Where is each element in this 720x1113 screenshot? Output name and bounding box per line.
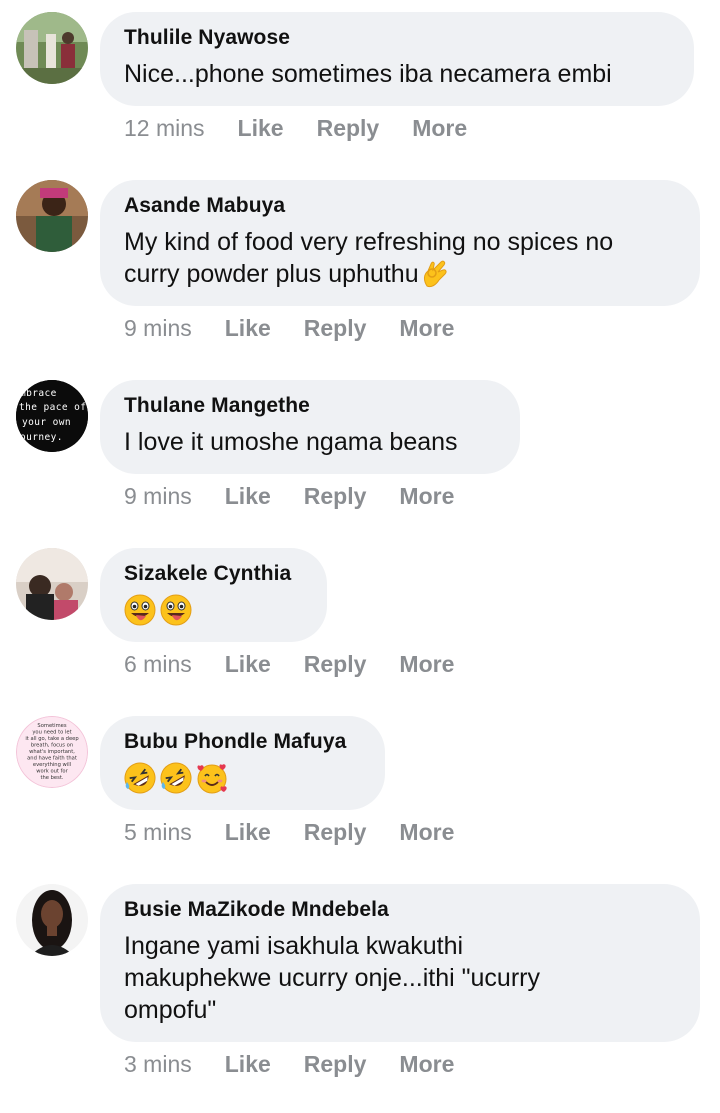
reply-button[interactable]: Reply	[304, 1049, 367, 1079]
rolling-laughing-face-icon	[124, 762, 156, 794]
comment-bubble: Sizakele Cynthia	[100, 548, 327, 642]
like-button[interactable]: Like	[225, 649, 271, 679]
comment-author[interactable]: Thulile Nyawose	[124, 24, 668, 52]
ok-hand-icon	[421, 258, 449, 288]
comment-timestamp[interactable]: 6 mins	[124, 649, 192, 679]
comment-bubble: Thulane Mangethe I love it umoshe ngama …	[100, 380, 520, 474]
winking-tongue-face-icon	[124, 594, 156, 626]
more-button[interactable]: More	[399, 649, 454, 679]
comment-timestamp[interactable]: 3 mins	[124, 1049, 192, 1079]
comment-bubble: Asande Mabuya My kind of food very refre…	[100, 180, 700, 306]
comment-bubble: Thulile Nyawose Nice...phone sometimes i…	[100, 12, 694, 106]
comment-text: Ingane yami isakhula kwakuthi makuphekwe…	[124, 932, 540, 1024]
comment-actions: 9 mins Like Reply More	[124, 313, 487, 343]
avatar-text-line: the best.	[40, 775, 63, 781]
avatar[interactable]: mbrace the pace of your own ourney.	[16, 380, 88, 452]
comment-bubble: Bubu Phondle Mafuya	[100, 716, 385, 810]
comment-text-body: My kind of food very refreshing no spice…	[124, 228, 614, 288]
like-button[interactable]: Like	[225, 1049, 271, 1079]
comment-author[interactable]: Busie MaZikode Mndebela	[124, 896, 674, 924]
comment-timestamp[interactable]: 9 mins	[124, 481, 192, 511]
comment-actions: 12 mins Like Reply More	[124, 113, 500, 143]
reply-button[interactable]: Reply	[304, 649, 367, 679]
smiling-face-with-hearts-icon	[196, 762, 228, 794]
avatar-text-line: ourney.	[20, 432, 63, 443]
reply-button[interactable]: Reply	[304, 817, 367, 847]
avatar-text-line: Sometimes	[37, 723, 66, 729]
avatar-text-line: and have faith that	[27, 756, 77, 762]
like-button[interactable]: Like	[225, 817, 271, 847]
more-button[interactable]: More	[399, 313, 454, 343]
comment-emojis	[124, 594, 301, 628]
avatar-text-line: your own	[22, 417, 71, 428]
more-button[interactable]: More	[399, 1049, 454, 1079]
comment-author[interactable]: Thulane Mangethe	[124, 392, 494, 420]
avatar-text-line: it all go, take a deep	[25, 736, 79, 742]
winking-tongue-face-icon	[160, 594, 192, 626]
avatar-text-line: you need to let	[32, 730, 71, 736]
comment-timestamp[interactable]: 12 mins	[124, 113, 205, 143]
avatar[interactable]	[16, 548, 88, 620]
comment-actions: 6 mins Like Reply More	[124, 649, 487, 679]
avatar-text-line: work out for	[36, 769, 68, 775]
comment-text: I love it umoshe ngama beans	[124, 428, 458, 456]
comment-actions: 5 mins Like Reply More	[124, 817, 487, 847]
comment-bubble: Busie MaZikode Mndebela Ingane yami isak…	[100, 884, 700, 1042]
avatar[interactable]	[16, 884, 88, 956]
comment-actions: 3 mins Like Reply More	[124, 1049, 487, 1079]
avatar[interactable]	[16, 180, 88, 252]
comment-author[interactable]: Asande Mabuya	[124, 192, 674, 220]
rolling-laughing-face-icon	[160, 762, 192, 794]
comment-author[interactable]: Bubu Phondle Mafuya	[124, 728, 359, 756]
reply-button[interactable]: Reply	[317, 113, 380, 143]
avatar-text-line: mbrace	[20, 388, 57, 399]
comment-timestamp[interactable]: 9 mins	[124, 313, 192, 343]
comment-author[interactable]: Sizakele Cynthia	[124, 560, 301, 588]
avatar-text-line: everything will	[33, 762, 71, 768]
comment-text: My kind of food very refreshing no spice…	[124, 226, 674, 290]
comment-text: Nice...phone sometimes iba necamera embi	[124, 60, 612, 88]
more-button[interactable]: More	[412, 113, 467, 143]
like-button[interactable]: Like	[238, 113, 284, 143]
like-button[interactable]: Like	[225, 481, 271, 511]
more-button[interactable]: More	[399, 817, 454, 847]
avatar-text-line: what's important,	[29, 749, 75, 755]
avatar[interactable]	[16, 12, 88, 84]
comment-timestamp[interactable]: 5 mins	[124, 817, 192, 847]
avatar-text-line: the pace of	[19, 402, 86, 413]
avatar-text-line: breath, focus on	[31, 743, 73, 749]
comment-actions: 9 mins Like Reply More	[124, 481, 487, 511]
reply-button[interactable]: Reply	[304, 313, 367, 343]
avatar[interactable]: Sometimes you need to let it all go, tak…	[16, 716, 88, 788]
like-button[interactable]: Like	[225, 313, 271, 343]
reply-button[interactable]: Reply	[304, 481, 367, 511]
comment-emojis	[124, 762, 359, 796]
more-button[interactable]: More	[399, 481, 454, 511]
